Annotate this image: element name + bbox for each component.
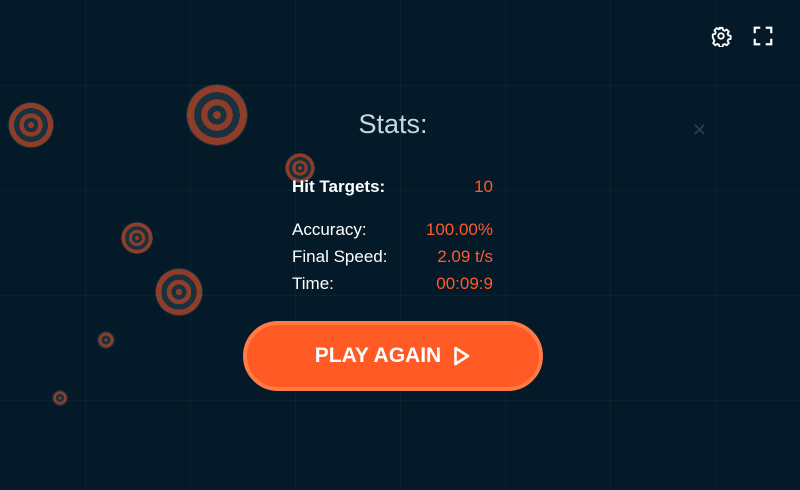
play-triangle-icon	[453, 346, 471, 366]
time-value: 00:09:9	[436, 274, 493, 293]
hit-targets-value: 10	[474, 177, 493, 196]
fullscreen-icon[interactable]	[752, 25, 774, 47]
final-speed-value: 2.09 t/s	[437, 247, 493, 266]
stats-title: Stats:	[358, 109, 428, 139]
accuracy-value: 100.00%	[425, 220, 493, 239]
final-speed-label: Final Speed:	[292, 247, 388, 266]
gear-icon[interactable]	[710, 25, 732, 48]
background-grid	[0, 0, 800, 490]
hit-targets-row: Hit Targets: 10	[292, 177, 493, 197]
hit-targets-label: Hit Targets:	[292, 177, 386, 196]
time-row: Time: 00:09:9	[292, 274, 493, 294]
final-speed-row: Final Speed: 2.09 t/s	[292, 247, 493, 267]
target-icon	[155, 268, 203, 316]
play-again-button[interactable]: PLAY AGAIN	[243, 321, 543, 391]
play-again-label: PLAY AGAIN	[314, 344, 442, 367]
accuracy-row: Accuracy: 100.00%	[292, 220, 493, 240]
target-icon	[121, 222, 153, 254]
accuracy-label: Accuracy:	[292, 220, 367, 239]
time-label: Time:	[292, 274, 334, 293]
target-icon	[97, 331, 115, 349]
target-icon	[52, 390, 68, 406]
